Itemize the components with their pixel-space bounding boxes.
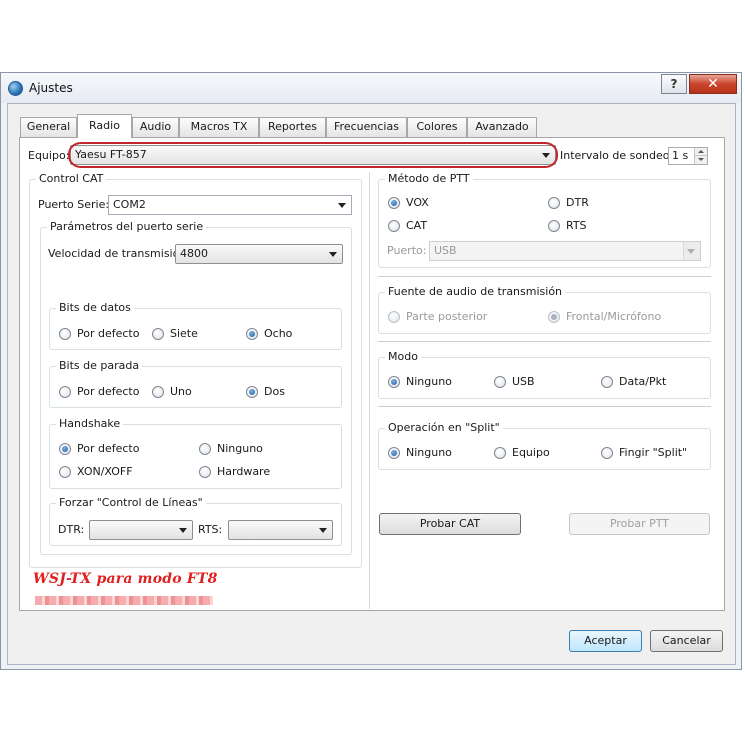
watermark-text: WSJ-TX para modo FT8 [33,571,218,587]
cancel-button[interactable]: Cancelar [650,630,723,652]
rts-label: RTS: [198,523,223,536]
tab-macros-tx[interactable]: Macros TX [179,117,259,137]
section-divider [378,341,711,342]
baud-rate-label: Velocidad de transmisión: [48,247,191,260]
ok-button[interactable]: Aceptar [569,630,642,652]
ptt-port-label: Puerto: [387,244,427,257]
mode-title: Modo [385,350,421,364]
tab-reportes[interactable]: Reportes [259,117,326,137]
help-button[interactable]: ? [661,74,687,94]
rig-value: Yaesu FT-857 [75,148,147,161]
tab-avanzado[interactable]: Avanzado [467,117,537,137]
serial-port-select[interactable]: COM2 [108,195,352,215]
force-control-lines-title: Forzar "Control de Líneas" [56,496,206,510]
poll-interval-spinbox[interactable]: 1 s [668,147,708,165]
ptt-port-select: USB [429,241,701,261]
chevron-down-icon [319,528,327,533]
tab-colores[interactable]: Colores [407,117,467,137]
tab-general[interactable]: General [20,117,77,137]
rig-select[interactable]: Yaesu FT-857 [70,145,556,165]
rig-label: Equipo: [28,149,70,162]
chevron-down-icon [179,528,187,533]
chevron-down-icon [338,203,346,208]
section-divider [378,406,711,407]
serial-port-value: COM2 [113,198,146,211]
section-divider [378,276,711,277]
column-separator [369,172,370,609]
tab-frecuencias[interactable]: Frecuencias [326,117,407,137]
spin-down-icon[interactable] [694,156,707,164]
handshake-title: Handshake [56,417,124,431]
poll-interval-value: 1 s [672,149,689,162]
chevron-down-icon [329,252,337,257]
close-button[interactable]: ✕ [689,74,737,94]
poll-interval-label: Intervalo de sondeo: [560,149,674,162]
test-cat-button[interactable]: Probar CAT [379,513,521,535]
baud-rate-value: 4800 [180,247,208,260]
data-bits-title: Bits de datos [56,301,134,315]
tab-audio[interactable]: Audio [132,117,179,137]
rts-select[interactable] [228,520,333,540]
spin-up-icon[interactable] [694,148,707,156]
watermark-scribble [35,596,213,605]
cat-control-title: Control CAT [36,172,107,186]
tab-radio[interactable]: Radio [77,114,132,138]
window-title: Ajustes [29,81,73,95]
title-bar[interactable]: Ajustes ? ✕ [1,73,741,103]
ptt-port-value: USB [434,244,457,257]
app-globe-icon [8,81,23,96]
dtr-select[interactable] [89,520,193,540]
serial-port-label: Puerto Serie: [38,198,110,211]
ptt-method-title: Método de PTT [385,172,473,186]
handshake-group: Handshake [49,417,342,489]
test-ptt-button: Probar PTT [569,513,710,535]
chevron-down-icon [687,249,695,254]
tx-audio-source-title: Fuente de audio de transmisión [385,285,566,299]
baud-rate-select[interactable]: 4800 [175,244,343,264]
split-operation-title: Operación en "Split" [385,421,503,435]
serial-params-title: Parámetros del puerto serie [47,220,207,234]
stop-bits-title: Bits de parada [56,359,143,373]
dtr-label: DTR: [58,523,85,536]
chevron-down-icon [542,153,550,158]
